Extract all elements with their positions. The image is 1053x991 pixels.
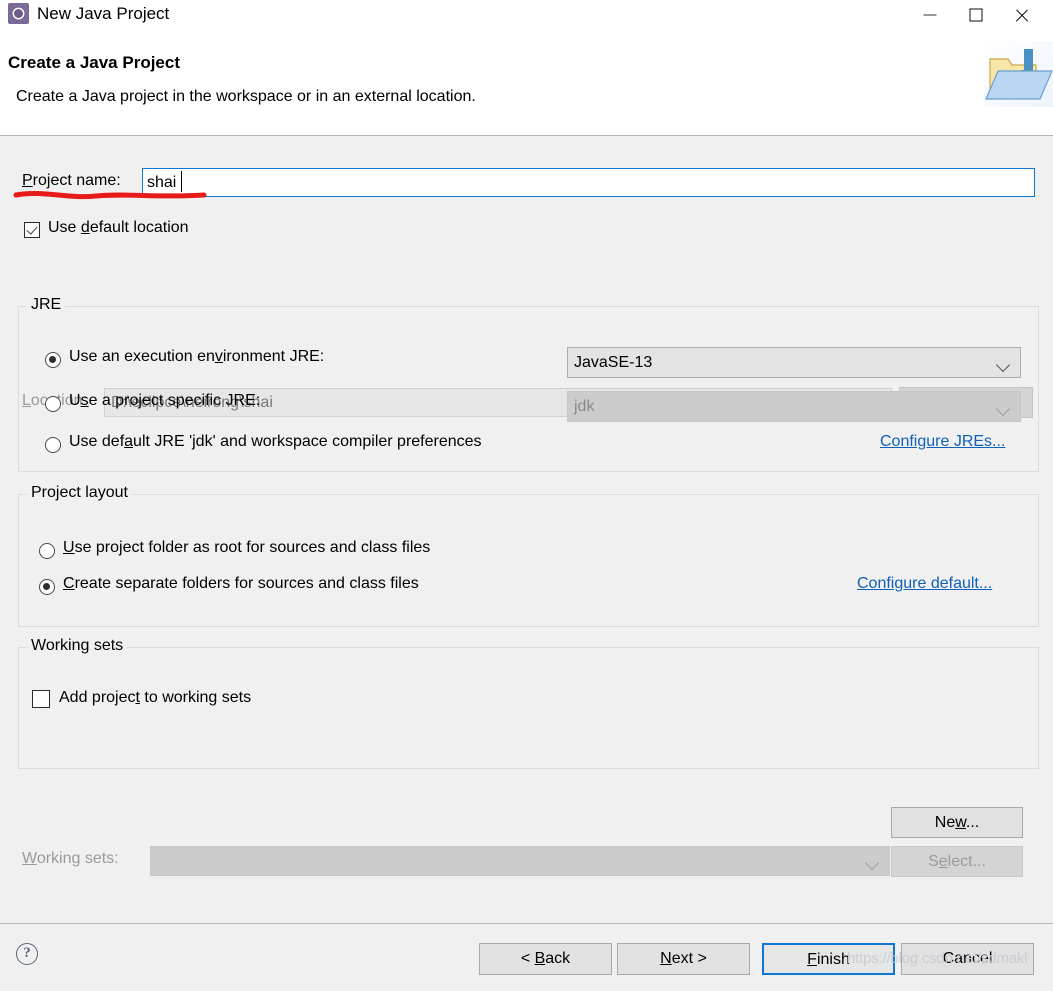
wizard-header: Create a Java Project Create a Java proj… <box>0 29 1053 136</box>
add-project-to-working-sets-checkbox[interactable] <box>32 690 50 708</box>
working-sets-combo[interactable] <box>150 846 890 876</box>
project-layout-group-title: Project layout <box>27 484 132 502</box>
radio-execution-environment-jre-label: Use an execution environment JRE: <box>69 348 325 365</box>
close-icon[interactable] <box>999 0 1045 29</box>
radio-default-jre[interactable] <box>45 437 61 453</box>
page-title: Create a Java Project <box>8 53 180 72</box>
project-specific-jre-combo[interactable]: jdk <box>567 391 1021 422</box>
project-name-input[interactable] <box>142 168 1035 197</box>
window-title: New Java Project <box>37 4 170 23</box>
page-description: Create a Java project in the workspace o… <box>16 88 476 105</box>
back-button[interactable]: < Back <box>479 943 612 975</box>
radio-project-specific-jre[interactable] <box>45 396 61 412</box>
execution-environment-combo-value: JavaSE-13 <box>574 354 653 371</box>
jre-group-title: JRE <box>27 296 66 314</box>
project-name-label: Project name: <box>22 172 121 189</box>
title-bar: New Java Project <box>0 0 1053 29</box>
cancel-button[interactable]: Cancel <box>901 943 1034 975</box>
radio-separate-folders-label: Create separate folders for sources and … <box>63 575 419 592</box>
working-sets-group-title: Working sets <box>27 637 128 655</box>
execution-environment-combo[interactable]: JavaSE-13 <box>567 347 1021 378</box>
dialog-body: Project name: Use default location Locat… <box>0 136 1053 923</box>
eclipse-wizard-icon <box>8 3 29 24</box>
select-working-set-button[interactable]: Select... <box>891 846 1023 877</box>
radio-project-folder-root[interactable] <box>39 543 55 559</box>
chevron-down-icon <box>995 401 1011 417</box>
use-default-location-checkbox[interactable] <box>24 222 40 238</box>
project-layout-group: Project layout Use project folder as roo… <box>18 484 1039 627</box>
add-project-to-working-sets-label: Add project to working sets <box>59 689 252 706</box>
chevron-down-icon <box>995 357 1011 373</box>
use-default-location-label: Use default location <box>48 219 189 236</box>
next-button[interactable]: Next > <box>617 943 750 975</box>
working-sets-label: Working sets: <box>22 850 119 867</box>
radio-project-folder-root-label: Use project folder as root for sources a… <box>63 539 431 556</box>
minimize-icon[interactable] <box>907 0 953 29</box>
java-project-folder-icon <box>984 41 1053 107</box>
maximize-icon[interactable] <box>953 0 999 29</box>
jre-group: JRE Use an execution environment JRE: Ja… <box>18 296 1039 472</box>
text-caret <box>181 171 183 192</box>
project-specific-jre-combo-value: jdk <box>574 398 595 415</box>
finish-button[interactable]: Finish <box>762 943 895 975</box>
radio-default-jre-label: Use default JRE 'jdk' and workspace comp… <box>69 433 482 450</box>
radio-execution-environment-jre[interactable] <box>45 352 61 368</box>
new-working-set-button[interactable]: New... <box>891 807 1023 838</box>
help-question-icon[interactable]: ? <box>16 943 38 965</box>
project-name-row: Project name: <box>0 168 1053 198</box>
chevron-down-icon <box>864 855 880 871</box>
configure-default-link[interactable]: Configure default... <box>857 575 992 593</box>
dialog-footer: ? < Back Next > Finish Cancel <box>0 923 1053 991</box>
radio-separate-folders[interactable] <box>39 579 55 595</box>
working-sets-group: Working sets Add project to working sets <box>18 637 1039 769</box>
configure-jres-link[interactable]: Configure JREs... <box>880 433 1005 451</box>
radio-project-specific-jre-label: Use a project specific JRE: <box>69 392 261 409</box>
